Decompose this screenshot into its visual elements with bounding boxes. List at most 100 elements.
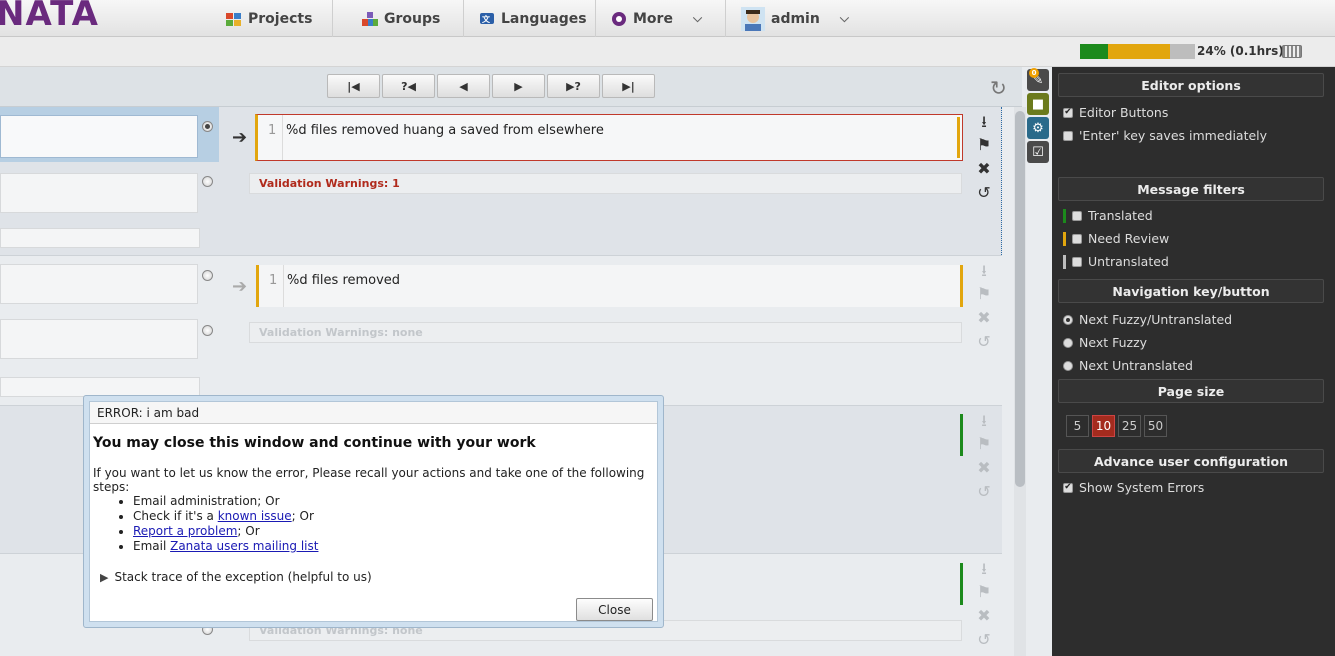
nav-projects[interactable]: Projects [214,0,333,37]
nav-languages[interactable]: 文 Languages [467,0,596,37]
validation-warnings[interactable]: Validation Warnings: 1 [249,173,962,194]
source-select-radio[interactable] [202,121,213,132]
history-icon[interactable]: ↺ [977,183,990,202]
enter-saves-label: 'Enter' key saves immediately [1079,128,1268,143]
source-text-cell[interactable] [0,173,198,213]
flag-icon[interactable]: ⚑ [977,135,991,154]
next-entry-button[interactable]: ▶ [492,74,545,98]
nav-fuzzy-untranslated-label: Next Fuzzy/Untranslated [1079,312,1233,327]
known-issue-link[interactable]: known issue [218,509,292,523]
source-select-radio[interactable] [202,270,213,281]
stack-trace-toggle[interactable]: ▶ Stack trace of the exception (helpful t… [100,570,372,584]
nav-fuzzy-untranslated-radio[interactable] [1063,314,1073,325]
dialog-heading: You may close this window and continue w… [93,435,536,451]
cancel-icon[interactable]: ✖ [977,458,990,477]
translation-textarea[interactable]: 1 %d files removed [256,265,963,307]
zanata-logo[interactable]: NATA [0,0,99,34]
refresh-icon[interactable]: ↻ [990,76,1012,100]
save-icon[interactable]: ⭳ [981,111,987,131]
source-select-radio[interactable] [202,325,213,336]
show-errors-checkbox[interactable]: ✔ [1063,482,1073,493]
message-filters-title: Message filters [1058,177,1324,201]
filter-untranslated[interactable]: Untranslated [1063,254,1169,269]
enter-saves-checkbox[interactable] [1063,130,1073,141]
prev-fuzzy-button[interactable]: ?◀ [382,74,435,98]
filter-need-review-label: Need Review [1088,231,1170,246]
nav-option-fuzzy[interactable]: Next Fuzzy [1063,335,1147,350]
nav-fuzzy-radio[interactable] [1063,337,1073,348]
nav-untranslated-radio[interactable] [1063,360,1073,371]
progress-label: 24% (0.1hrs) [1197,44,1284,58]
cancel-icon[interactable]: ✖ [977,606,990,625]
row-actions: ⭳ ⚑ ✖ ↺ [973,111,995,202]
enter-saves-option[interactable]: 'Enter' key saves immediately [1063,128,1267,143]
nav-more[interactable]: More ⌵ [599,0,726,37]
copy-source-arrow-icon[interactable]: ➔ [232,276,247,297]
editor-scrollbar[interactable] [1014,107,1026,656]
history-icon[interactable]: ↺ [977,332,990,351]
table-row: ➔ 1 %d files removed huang a saved from … [0,107,1002,255]
editor-buttons-checkbox[interactable]: ✔ [1063,107,1073,118]
close-button[interactable]: Close [576,598,653,621]
prev-entry-button[interactable]: ◀ [437,74,490,98]
last-entry-button[interactable]: ▶| [602,74,655,98]
show-errors-option[interactable]: ✔ Show System Errors [1063,480,1204,495]
editor-buttons-label: Editor Buttons [1079,105,1169,120]
navigation-toolbar: |◀ ?◀ ◀ ▶ ▶? ▶| ↻ [0,67,1022,107]
nav-option-untranslated[interactable]: Next Untranslated [1063,358,1193,373]
mailing-list-link[interactable]: Zanata users mailing list [170,539,318,553]
cancel-icon[interactable]: ✖ [977,308,990,327]
filter-need-review[interactable]: Need Review [1063,231,1169,246]
nav-groups[interactable]: Groups [350,0,464,37]
source-text-cell[interactable] [0,264,198,304]
source-text-cell[interactable] [0,319,198,359]
source-comment-cell [0,377,200,397]
translation-progress-bar [1080,44,1195,59]
source-text-cell[interactable] [0,115,198,158]
flag-icon[interactable]: ⚑ [977,284,991,303]
save-icon[interactable]: ⭳ [981,558,987,578]
progress-need-review [1107,44,1170,59]
filter-translated-checkbox[interactable] [1072,210,1082,221]
nav-option-fuzzy-untranslated[interactable]: Next Fuzzy/Untranslated [1063,312,1232,327]
dialog-steps-list: Email administration; Or Check if it's a… [133,494,318,554]
scrollbar-thumb[interactable] [1015,111,1025,487]
filter-need-review-checkbox[interactable] [1072,233,1082,244]
status-bar: 24% (0.1hrs) [0,37,1335,67]
nav-more-label: More [633,10,673,27]
history-icon[interactable]: ↺ [977,630,990,649]
flag-icon[interactable]: ⚑ [977,434,991,453]
notifications-tab[interactable]: ✎ 0 [1027,68,1049,91]
cancel-icon[interactable]: ✖ [977,159,990,178]
table-row: ➔ 1 %d files removed Validation Warnings… [0,255,1002,405]
keyboard-shortcuts-icon[interactable] [1282,45,1302,58]
validation-tab[interactable]: ☑ [1027,141,1049,163]
list-item: Report a problem; Or [133,524,318,539]
first-entry-button[interactable]: |◀ [327,74,380,98]
chat-tab[interactable]: ■ [1027,93,1049,115]
save-icon[interactable]: ⭳ [981,260,987,280]
page-size-10[interactable]: 10 [1092,415,1115,437]
page-size-25[interactable]: 25 [1118,415,1141,437]
editor-buttons-option[interactable]: ✔ Editor Buttons [1063,105,1168,120]
filter-untranslated-checkbox[interactable] [1072,256,1082,267]
flag-icon[interactable]: ⚑ [977,582,991,601]
report-problem-link[interactable]: Report a problem [133,524,237,538]
filter-untranslated-label: Untranslated [1088,254,1169,269]
page-size-5[interactable]: 5 [1066,415,1089,437]
translation-textarea[interactable]: 1 %d files removed huang a saved from el… [255,114,963,161]
settings-tab[interactable]: ⚙ [1027,117,1049,139]
source-select-radio[interactable] [202,176,213,187]
history-icon[interactable]: ↺ [977,482,990,501]
dialog-message: If you want to let us know the error, Pl… [93,466,645,494]
filter-translated[interactable]: Translated [1063,208,1153,223]
next-fuzzy-button[interactable]: ▶? [547,74,600,98]
validation-warnings[interactable]: Validation Warnings: none [249,322,962,343]
checkbox-icon: ☑ [1032,144,1044,160]
page-size-50[interactable]: 50 [1144,415,1167,437]
save-icon[interactable]: ⭳ [981,410,987,430]
nav-user-menu[interactable]: admin ⌵ [729,0,851,37]
copy-source-arrow-icon[interactable]: ➔ [232,127,247,148]
nav-projects-label: Projects [248,10,313,27]
nav-user-label: admin [771,10,820,27]
